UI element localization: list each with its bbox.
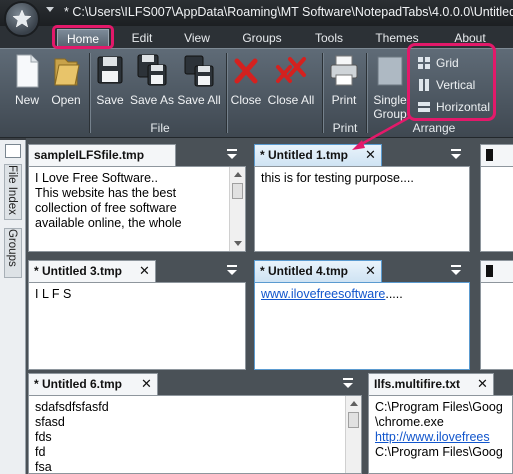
file-tab[interactable] [480,144,513,166]
text-editor[interactable] [480,282,513,370]
new-button[interactable]: New [10,53,44,115]
tab-group-panel: Ilfs.multifire.txt ✕ C:\Program Files\Go… [368,373,513,474]
close-tab-icon[interactable]: ✕ [477,374,488,394]
close-tab-icon[interactable]: ✕ [365,261,376,281]
panel-menu-icon[interactable] [226,149,238,161]
vertical-scrollbar[interactable] [229,167,245,251]
group-label-print: Print [332,121,358,135]
new-file-icon [16,54,39,88]
open-folder-icon [54,58,80,86]
panel-menu-icon[interactable] [342,378,354,390]
print-button[interactable]: Print [327,53,361,115]
tab-groups-area: sampleILFSfile.tmp I Love Free Software.… [26,138,513,474]
file-tab[interactable]: * Untitled 4.tmp ✕ [254,260,382,282]
group-label-arrange: Arrange [412,121,456,135]
tab-group-panel: sampleILFSfile.tmp I Love Free Software.… [28,144,246,252]
home-highlight [52,25,114,49]
file-tab[interactable]: Ilfs.multifire.txt ✕ [368,373,494,395]
group-label-file: File [150,121,170,135]
tab-group-panel: * Untitled 3.tmp ✕ I L F S [28,260,246,370]
close-all-icon [276,57,306,83]
tab-edit[interactable]: Edit [124,29,160,47]
panel-menu-icon[interactable] [226,265,238,277]
text-editor[interactable] [480,166,513,252]
tab-group-panel [480,260,513,370]
close-x-icon [234,58,258,84]
tab-group-panel: * Untitled 6.tmp ✕ sdafsdfsfasfd sfasd f… [28,373,362,474]
save-as-button[interactable]: Save As [130,53,174,115]
text-editor[interactable]: I L F S [28,282,246,370]
star-icon [12,9,32,28]
tab-view[interactable]: View [178,29,216,47]
text-editor[interactable]: sdafsdfsfasfd sfasd fds fd fsa fd [28,395,362,474]
window-title: * C:\Users\ILFS007\AppData\Roaming\MT So… [64,5,513,19]
tab-group-panel: * Untitled 4.tmp ✕ www.ilovefreesoftware… [254,260,470,370]
ribbon-divider [226,53,227,133]
panel-menu-icon[interactable] [450,149,462,161]
hyperlink[interactable]: http://www.ilovefrees [375,430,490,444]
file-index-tab[interactable]: File Index [4,164,22,220]
file-tab[interactable]: * Untitled 3.tmp ✕ [28,260,156,282]
text-editor[interactable]: C:\Program Files\Goog \chrome.exe http:/… [368,395,513,474]
text-editor[interactable]: this is for testing purpose.... [254,166,470,252]
scroll-thumb[interactable] [232,183,243,199]
quick-access-dropdown-icon[interactable] [46,7,54,12]
file-tab[interactable]: sampleILFSfile.tmp [28,144,176,166]
scroll-down-icon[interactable] [234,241,242,246]
ribbon-divider [89,53,90,133]
tab-marker [486,265,493,277]
panel-menu-icon[interactable] [450,265,462,277]
save-as-icon [137,54,167,86]
file-tab[interactable]: * Untitled 6.tmp ✕ [28,373,158,395]
arrange-highlight [407,43,496,121]
scroll-thumb[interactable] [348,412,359,428]
file-tab[interactable]: * Untitled 1.tmp ✕ [254,144,382,166]
tab-tools[interactable]: Tools [309,29,349,47]
close-tab-icon[interactable]: ✕ [365,145,376,165]
save-button[interactable]: Save [94,53,126,115]
printer-icon [330,55,358,86]
close-all-button[interactable]: Close All [266,53,316,115]
single-group-button[interactable]: Single Group [372,53,408,121]
tab-group-panel: * Untitled 1.tmp ✕ this is for testing p… [254,144,470,252]
save-all-icon [184,55,214,87]
floppy-disk-icon [97,56,123,84]
pin-icon[interactable] [5,144,21,158]
save-all-button[interactable]: Save All [177,53,221,115]
open-button[interactable]: Open [48,53,84,115]
side-panel-tabs: File Index Groups [0,140,26,474]
close-tab-icon[interactable]: ✕ [139,261,150,281]
groups-tab[interactable]: Groups [4,228,22,278]
tab-marker [486,149,493,161]
scroll-up-icon[interactable] [234,172,242,177]
ribbon-divider [366,53,367,133]
file-tab[interactable] [480,260,513,282]
app-menu-button[interactable] [4,1,40,37]
tab-groups[interactable]: Groups [238,29,286,47]
ribbon-divider [322,53,323,133]
single-group-icon [377,56,403,86]
title-bar: * C:\Users\ILFS007\AppData\Roaming\MT So… [0,0,513,26]
tab-group-panel [480,144,513,252]
hyperlink[interactable]: www.ilovefreesoftware [261,287,385,301]
text-editor[interactable]: I Love Free Software.. This website has … [28,166,246,252]
text-editor[interactable]: www.ilovefreesoftware..... [254,282,470,370]
scroll-up-icon[interactable] [350,401,358,406]
close-tab-icon[interactable]: ✕ [141,374,152,394]
vertical-scrollbar[interactable] [345,396,361,473]
close-button[interactable]: Close [230,53,262,115]
